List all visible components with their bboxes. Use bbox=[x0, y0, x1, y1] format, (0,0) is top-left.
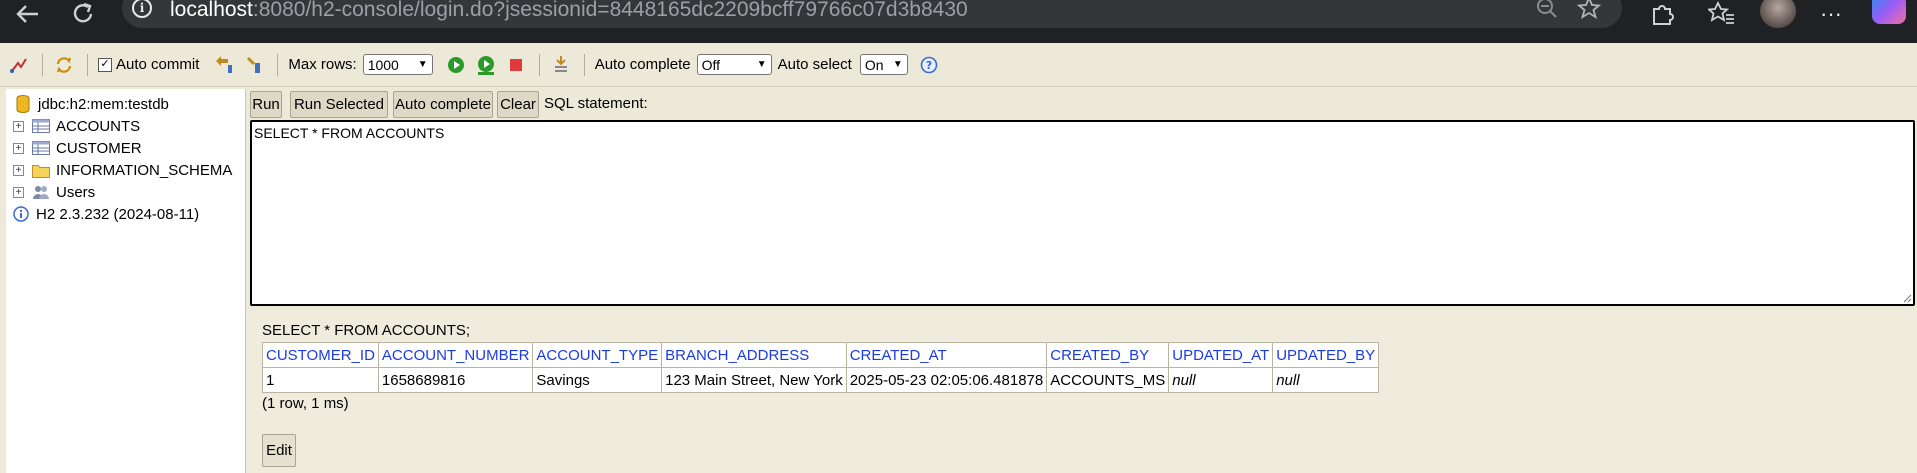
edit-button[interactable]: Edit bbox=[262, 434, 296, 467]
disconnect-icon[interactable] bbox=[8, 54, 30, 76]
auto-select-value: On bbox=[864, 56, 884, 73]
folder-icon bbox=[32, 162, 50, 178]
table-cell: Savings bbox=[532, 367, 663, 393]
toolbar-divider bbox=[538, 53, 540, 76]
column-header[interactable]: CREATED_BY bbox=[1046, 342, 1170, 368]
run-icon[interactable] bbox=[445, 54, 467, 76]
expand-icon[interactable]: + bbox=[13, 120, 24, 132]
schema-tree: jdbc:h2:mem:testdb + ACCOUNTS + CUSTOMER… bbox=[6, 89, 246, 473]
back-icon[interactable] bbox=[10, 0, 44, 28]
rollback-icon[interactable] bbox=[213, 54, 235, 76]
history-icon[interactable] bbox=[550, 54, 572, 76]
tree-item-customer[interactable]: + CUSTOMER bbox=[6, 137, 142, 159]
auto-commit-label: Auto commit bbox=[116, 56, 200, 73]
zoom-out-icon[interactable] bbox=[1532, 0, 1562, 22]
expand-icon[interactable]: + bbox=[13, 186, 24, 198]
table-icon bbox=[32, 140, 50, 156]
run-button[interactable]: Run bbox=[250, 91, 282, 118]
reload-icon[interactable] bbox=[66, 0, 100, 28]
auto-complete-select[interactable]: Off ▼ bbox=[696, 54, 772, 75]
users-icon bbox=[32, 184, 50, 200]
result-summary: (1 row, 1 ms) bbox=[262, 395, 349, 412]
auto-complete-value: Off bbox=[701, 56, 721, 73]
table-icon bbox=[32, 118, 50, 134]
auto-complete-label: Auto complete bbox=[594, 56, 691, 73]
version-text: H2 2.3.232 (2024-08-11) bbox=[36, 205, 200, 223]
table-cell: null bbox=[1272, 367, 1380, 393]
column-header[interactable]: ACCOUNT_NUMBER bbox=[377, 342, 534, 368]
sql-text: SELECT * FROM ACCOUNTS bbox=[254, 125, 445, 141]
table-cell: 123 Main Street, New York bbox=[661, 367, 847, 393]
run-selected-button[interactable]: Run Selected bbox=[290, 91, 388, 118]
table-cell: null bbox=[1168, 367, 1274, 393]
more-icon[interactable]: ··· bbox=[1816, 0, 1846, 28]
commit-icon[interactable] bbox=[243, 54, 265, 76]
tree-item-users[interactable]: + Users bbox=[6, 181, 95, 203]
profile-avatar[interactable] bbox=[1760, 0, 1796, 28]
query-panel: Run Run Selected Auto complete Clear SQL… bbox=[246, 89, 1917, 473]
tree-item-information-schema[interactable]: + INFORMATION_SCHEMA bbox=[6, 159, 232, 181]
column-header[interactable]: UPDATED_BY bbox=[1272, 342, 1380, 368]
info-icon bbox=[12, 206, 30, 222]
tree-item-label: CUSTOMER bbox=[56, 139, 142, 157]
star-icon[interactable] bbox=[1574, 0, 1604, 22]
column-header[interactable]: UPDATED_AT bbox=[1168, 342, 1274, 368]
toolbar-divider bbox=[42, 53, 43, 76]
clear-button[interactable]: Clear bbox=[497, 91, 539, 118]
tree-version: H2 2.3.232 (2024-08-11) bbox=[6, 203, 199, 225]
auto-commit-checkbox[interactable]: ✓ bbox=[98, 57, 112, 72]
tree-item-accounts[interactable]: + ACCOUNTS bbox=[6, 115, 140, 137]
max-rows-select[interactable]: 1000 ▼ bbox=[362, 54, 433, 75]
toolbar-divider bbox=[87, 53, 88, 76]
copilot-icon[interactable] bbox=[1872, 0, 1906, 24]
expand-icon[interactable]: + bbox=[13, 164, 24, 176]
resize-handle-icon[interactable] bbox=[1902, 293, 1912, 303]
table-header-row: CUSTOMER_ID ACCOUNT_NUMBER ACCOUNT_TYPE … bbox=[262, 342, 1380, 368]
table-cell: 1 bbox=[262, 367, 379, 393]
extensions-icon[interactable] bbox=[1646, 0, 1678, 28]
max-rows-value: 1000 bbox=[367, 56, 399, 73]
connection-url: jdbc:h2:mem:testdb bbox=[38, 95, 169, 113]
tree-item-label: ACCOUNTS bbox=[56, 117, 141, 135]
auto-select-select[interactable]: On ▼ bbox=[859, 54, 908, 75]
table-cell: 1658689816 bbox=[377, 367, 534, 393]
sql-editor[interactable]: SELECT * FROM ACCOUNTS bbox=[250, 120, 1915, 306]
chevron-down-icon: ▼ bbox=[756, 59, 767, 70]
auto-select-label: Auto select bbox=[777, 56, 852, 73]
browser-toolbar: i localhost:8080/h2-console/login.do?jse… bbox=[0, 0, 1917, 43]
run-selected-icon[interactable] bbox=[475, 54, 497, 76]
sql-statement-label: SQL statement: bbox=[544, 95, 648, 112]
max-rows-label: Max rows: bbox=[288, 56, 357, 73]
auto-complete-button[interactable]: Auto complete bbox=[393, 91, 493, 118]
column-header[interactable]: CUSTOMER_ID bbox=[262, 342, 379, 368]
refresh-icon[interactable] bbox=[53, 54, 75, 76]
toolbar-divider bbox=[583, 53, 585, 76]
tree-item-label: Users bbox=[56, 183, 96, 201]
column-header[interactable]: ACCOUNT_TYPE bbox=[532, 342, 663, 368]
expand-icon[interactable]: + bbox=[13, 142, 24, 154]
column-header[interactable]: BRANCH_ADDRESS bbox=[661, 342, 847, 368]
table-cell: ACCOUNTS_MS bbox=[1046, 367, 1170, 393]
stop-icon[interactable] bbox=[505, 54, 527, 76]
favorites-icon[interactable] bbox=[1706, 0, 1738, 28]
database-icon bbox=[14, 95, 32, 113]
tree-item-label: INFORMATION_SCHEMA bbox=[56, 161, 233, 179]
tree-connection[interactable]: jdbc:h2:mem:testdb bbox=[6, 93, 169, 115]
table-cell: 2025-05-23 02:05:06.481878 bbox=[845, 367, 1048, 393]
address-bar[interactable]: i localhost:8080/h2-console/login.do?jse… bbox=[122, 0, 1622, 28]
result-table: CUSTOMER_ID ACCOUNT_NUMBER ACCOUNT_TYPE … bbox=[262, 342, 1380, 393]
chevron-down-icon: ▼ bbox=[417, 59, 428, 70]
column-header[interactable]: CREATED_AT bbox=[845, 342, 1048, 368]
site-info-icon[interactable]: i bbox=[132, 0, 152, 18]
chevron-down-icon: ▼ bbox=[892, 59, 903, 70]
result-panel: SELECT * FROM ACCOUNTS; CUSTOMER_ID ACCO… bbox=[246, 310, 1917, 473]
h2-toolbar: ✓ Auto commit Max rows: 1000 ▼ Auto comp… bbox=[0, 43, 1917, 87]
toolbar-divider bbox=[277, 53, 279, 76]
table-row: 1 1658689816 Savings 123 Main Street, Ne… bbox=[262, 367, 1380, 393]
svg-text:?: ? bbox=[926, 59, 932, 72]
url-text: localhost:8080/h2-console/login.do?jsess… bbox=[170, 0, 968, 21]
help-icon[interactable]: ? bbox=[918, 54, 940, 76]
result-query-title: SELECT * FROM ACCOUNTS; bbox=[262, 322, 471, 339]
